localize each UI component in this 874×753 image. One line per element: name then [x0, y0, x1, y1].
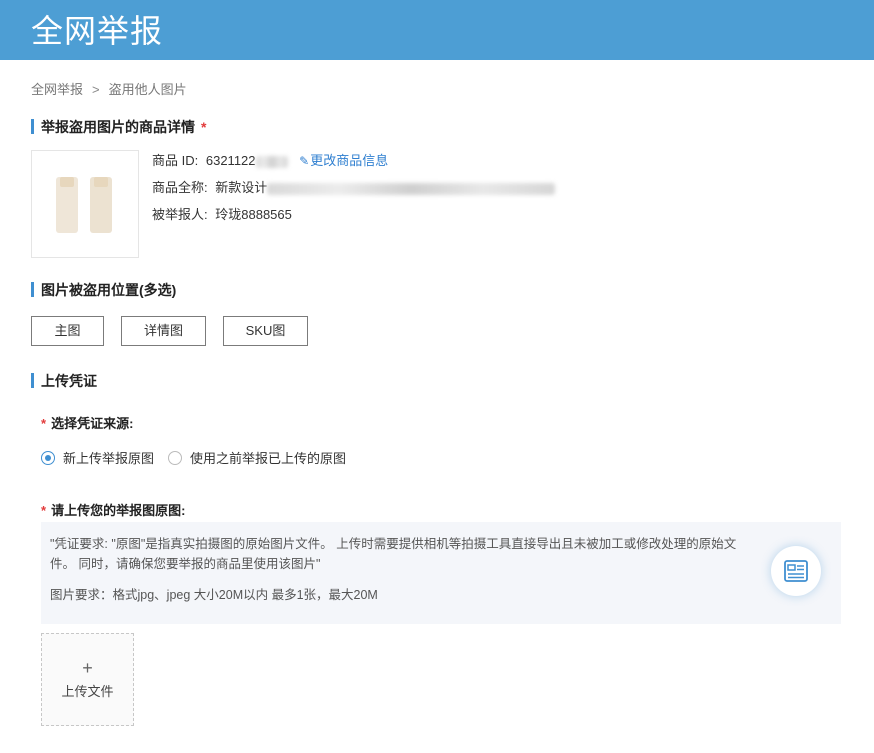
edit-product-link[interactable]: ✎更改商品信息 — [299, 153, 388, 168]
section-title-evidence-text: 上传凭证 — [41, 373, 97, 389]
document-icon — [784, 560, 808, 582]
redacted-mask — [267, 182, 556, 195]
product-id-value: 6321122 — [205, 153, 256, 168]
radio-button-unchecked[interactable] — [168, 450, 183, 465]
edit-product-link-label: 更改商品信息 — [310, 153, 389, 168]
required-mark: * — [41, 416, 47, 431]
page-header: 全网举报 — [0, 0, 874, 60]
product-id-label: 商品 ID: — [152, 153, 199, 168]
required-mark: * — [41, 503, 47, 518]
upload-original-label-text: 请上传您的举报图原图: — [51, 503, 186, 518]
image-requirement-text: 图片要求：格式jpg、jpeg 大小20M以内 最多1张，最大20M — [50, 588, 378, 602]
section-title-product: 举报盗用图片的商品详情 * — [31, 117, 206, 137]
evidence-requirement-text: "凭证要求: "原图"是指真实拍摄图的原始图片文件。 上传时需要提供相机等拍摄工… — [50, 537, 737, 571]
product-image-part — [90, 177, 112, 233]
position-main-image-button[interactable]: 主图 — [31, 316, 104, 346]
pencil-icon: ✎ — [299, 154, 310, 168]
product-thumbnail — [31, 150, 139, 258]
breadcrumb: 全网举报 > 盗用他人图片 — [31, 79, 187, 98]
section-title-position-text: 图片被盗用位置(多选) — [41, 282, 177, 298]
section-title-position: 图片被盗用位置(多选) — [31, 280, 176, 300]
breadcrumb-home-link[interactable]: 全网举报 — [31, 79, 83, 98]
redacted-mask — [255, 155, 288, 168]
product-name-label: 商品全称: — [152, 180, 208, 195]
plus-icon: + — [82, 658, 93, 678]
position-detail-image-button[interactable]: 详情图 — [121, 316, 206, 346]
reported-user-value: 玲珑8888565 — [215, 207, 292, 222]
evidence-source-radio-group: 新上传举报原图 使用之前举报已上传的原图 — [41, 448, 360, 467]
required-mark: * — [201, 119, 207, 135]
upload-file-label: 上传文件 — [61, 684, 114, 699]
document-icon-button[interactable] — [771, 546, 821, 596]
radio-button-checked[interactable] — [41, 450, 55, 465]
upload-file-button[interactable]: + 上传文件 — [41, 633, 134, 726]
position-sku-image-button[interactable]: SKU图 — [223, 316, 308, 346]
product-id-row: 商品 ID: 6321122 ✎更改商品信息 — [152, 150, 388, 169]
product-name-row: 商品全称: 新款设计 — [152, 177, 556, 196]
breadcrumb-current: 盗用他人图片 — [108, 82, 187, 97]
product-image-part — [56, 177, 78, 233]
section-title-product-text: 举报盗用图片的商品详情 — [41, 119, 195, 135]
upload-original-label: * 请上传您的举报图原图: — [41, 500, 185, 519]
evidence-source-label: * 选择凭证来源: — [41, 413, 133, 432]
section-title-evidence: 上传凭证 — [31, 371, 97, 391]
reported-user-label: 被举报人: — [152, 207, 208, 222]
radio-new-upload[interactable]: 新上传举报原图 — [41, 448, 154, 467]
evidence-source-label-text: 选择凭证来源: — [51, 416, 134, 431]
radio-new-upload-label: 新上传举报原图 — [63, 451, 155, 466]
product-name-value: 新款设计 — [215, 180, 268, 195]
reported-user-row: 被举报人: 玲珑8888565 — [152, 204, 292, 223]
radio-previous-upload[interactable]: 使用之前举报已上传的原图 — [168, 448, 346, 467]
radio-previous-upload-label: 使用之前举报已上传的原图 — [190, 451, 347, 466]
breadcrumb-separator: > — [92, 82, 100, 97]
page-title: 全网举报 — [31, 13, 164, 49]
evidence-notice-box: "凭证要求: "原图"是指真实拍摄图的原始图片文件。 上传时需要提供相机等拍摄工… — [41, 522, 841, 624]
